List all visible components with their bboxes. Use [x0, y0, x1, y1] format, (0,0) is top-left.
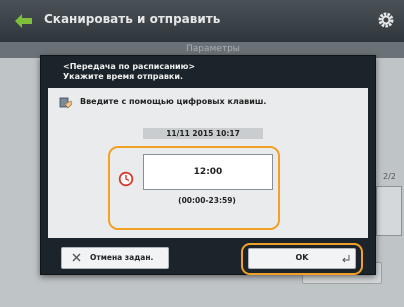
gear-icon[interactable]	[376, 10, 396, 30]
dialog-message-text: Укажите время отправки.	[63, 72, 184, 81]
sub-header-label: Параметры	[186, 44, 240, 54]
close-icon	[72, 253, 81, 262]
schedule-dialog: <Передача по расписанию> Укажите время о…	[40, 55, 376, 275]
dialog-message: <Передача по расписанию> Укажите время о…	[63, 62, 195, 82]
title-bar: Сканировать и отправить	[0, 0, 404, 42]
cancel-job-label: Отмена задан.	[90, 253, 154, 262]
back-arrow-icon[interactable]	[12, 9, 36, 33]
instruction-text: Введите с помощью цифровых клавиш.	[80, 97, 267, 106]
current-datetime: 11/11 2015 10:17	[143, 128, 263, 139]
dialog-body: Введите с помощью цифровых клавиш. 11/11…	[48, 88, 368, 238]
current-datetime-text: 11/11 2015 10:17	[166, 129, 240, 138]
enter-icon	[342, 255, 350, 263]
ok-button[interactable]: OK	[248, 248, 356, 269]
ok-label: OK	[295, 253, 309, 262]
time-input-group: 12:00 (00:00-23:59)	[108, 146, 280, 230]
app-title: Сканировать и отправить	[44, 12, 221, 26]
dialog-message-title: <Передача по расписанию>	[63, 62, 196, 71]
cancel-job-button[interactable]: Отмена задан.	[61, 247, 169, 269]
keypad-hand-icon	[59, 97, 73, 109]
scroll-button[interactable]	[376, 186, 402, 236]
time-value: 12:00	[193, 167, 223, 177]
clock-icon	[118, 171, 134, 187]
dialog-footer: Отмена задан. OK	[41, 243, 375, 275]
time-range-hint: (00:00-23:59)	[178, 196, 236, 205]
time-input[interactable]: 12:00	[143, 154, 273, 190]
page-counter: 2/2	[383, 172, 396, 181]
ok-button-highlight: OK	[241, 243, 363, 275]
